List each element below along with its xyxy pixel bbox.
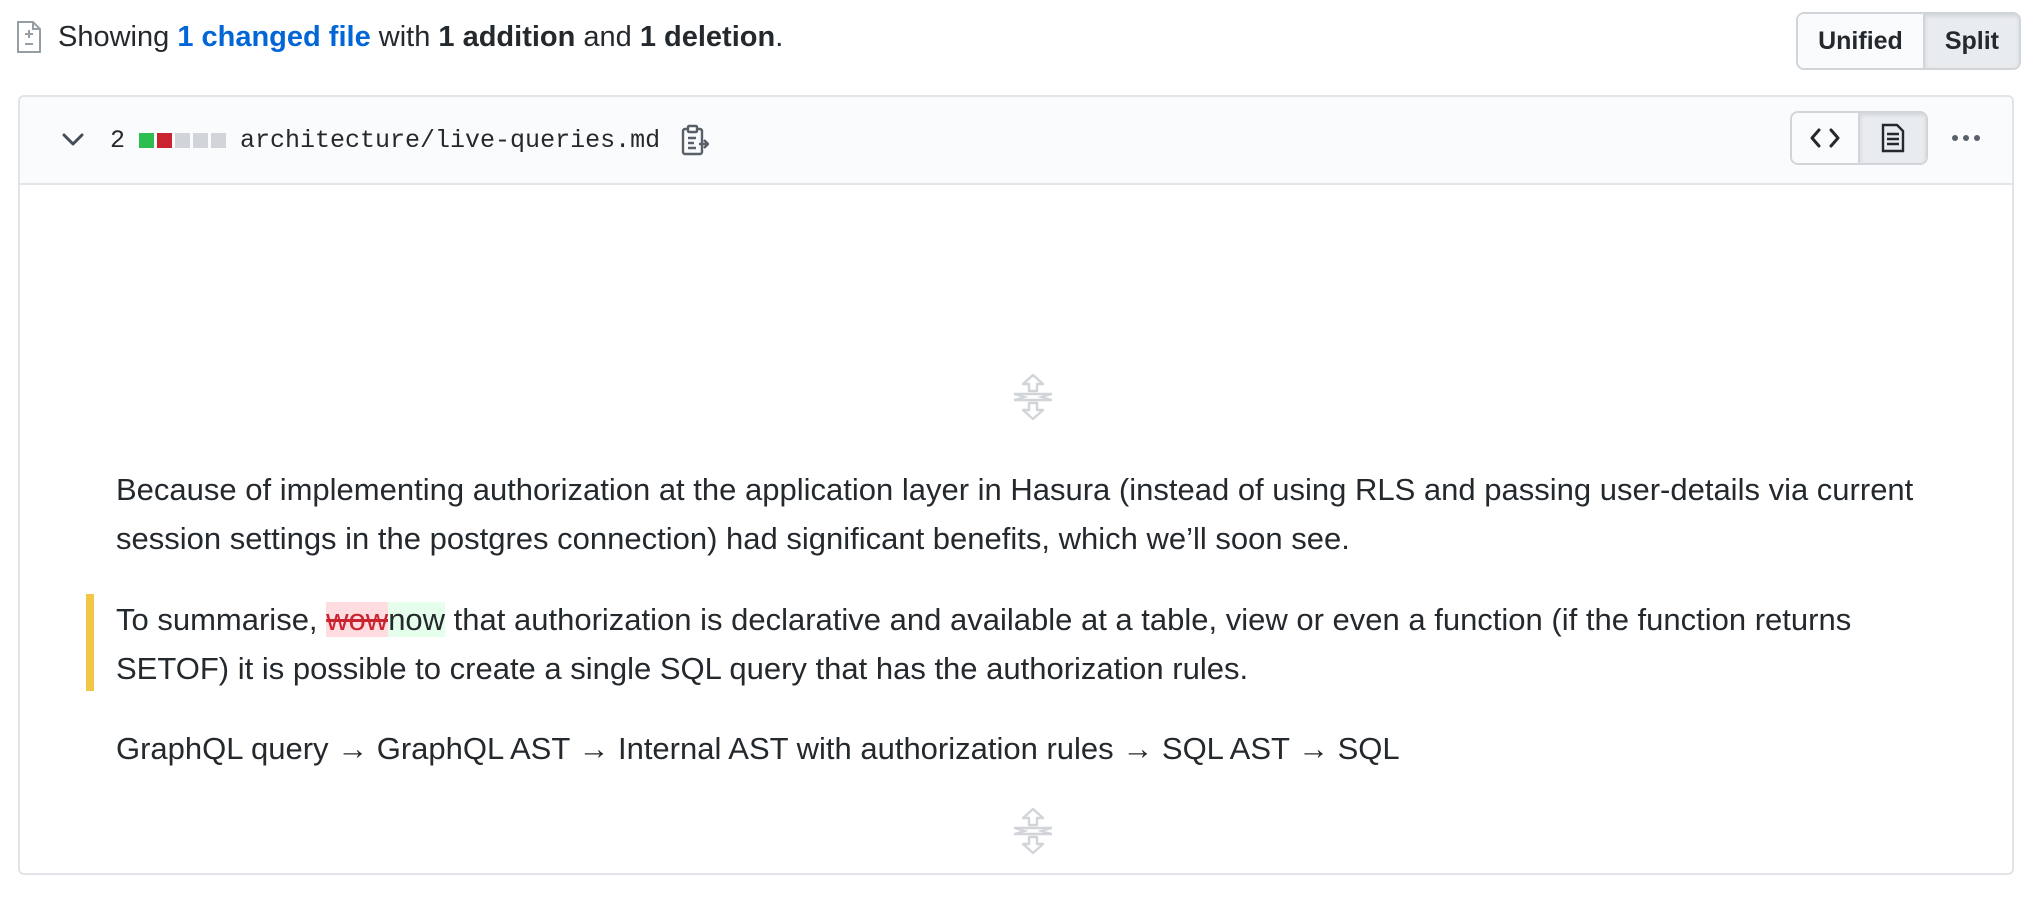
copy-path-button[interactable]: [680, 123, 710, 157]
deleted-word: wow: [326, 602, 389, 637]
deletions-count: 1 deletion: [639, 20, 776, 53]
file-text-icon: [1881, 123, 1905, 153]
paragraph-text: To summarise,: [116, 602, 327, 637]
expand-context-up-icon[interactable]: [1010, 371, 1056, 423]
diff-view-toggle: Unified Split: [1796, 12, 2021, 70]
split-button[interactable]: Split: [1922, 14, 2019, 68]
changed-files-link[interactable]: 1 changed file: [177, 21, 370, 53]
diffstat-bar: [139, 132, 227, 148]
file-path[interactable]: architecture/live-queries.md: [240, 126, 660, 155]
kebab-horizontal-icon: [1952, 135, 1980, 141]
summary-suffix: .: [775, 20, 784, 53]
collapse-file-button[interactable]: [58, 125, 88, 155]
diffstat-neutral-block: [211, 132, 227, 148]
prose-paragraph-unchanged: GraphQL query → GraphQL AST → Internal A…: [116, 731, 1400, 766]
code-icon: [1810, 128, 1840, 148]
summary-with: with: [370, 20, 439, 53]
diffstat-deleted-block: [157, 132, 173, 148]
changed-paragraph-marker: [86, 594, 94, 691]
source-diff-button[interactable]: [1792, 113, 1858, 163]
prose-paragraph-changed: To summarise, wownow that authorization …: [116, 595, 1956, 693]
diffstat-neutral-block: [175, 132, 191, 148]
unified-button[interactable]: Unified: [1798, 14, 1923, 68]
summary-and: and: [575, 20, 640, 53]
clipboard-icon: [681, 124, 710, 156]
added-word: now: [388, 602, 446, 637]
diffstat-neutral-block: [193, 132, 209, 148]
summary-prefix: Showing: [58, 20, 178, 53]
additions-count: 1 addition: [438, 20, 576, 53]
diff-change-count: 2: [110, 125, 126, 155]
file-diff-box: 2 architecture/live-queries.md Because o…: [18, 95, 2014, 875]
file-view-toggle: [1790, 111, 1928, 165]
file-header: 2 architecture/live-queries.md: [20, 97, 2012, 185]
prose-diff-body: Because of implementing authorization at…: [20, 185, 2012, 875]
expand-context-down-icon[interactable]: [1010, 805, 1056, 857]
prose-paragraph-unchanged: Because of implementing authorization at…: [116, 472, 1914, 556]
file-options-button[interactable]: [1946, 118, 1986, 158]
file-diff-icon: [16, 20, 42, 54]
diff-summary-text: Showing 1 changed file with 1 addition a…: [58, 21, 783, 54]
chevron-down-icon: [62, 133, 84, 146]
rich-diff-button[interactable]: [1858, 113, 1926, 163]
diffstat-added-block: [139, 132, 155, 148]
file-actions: [1790, 111, 1986, 165]
diff-summary: Showing 1 changed file with 1 addition a…: [16, 14, 783, 60]
